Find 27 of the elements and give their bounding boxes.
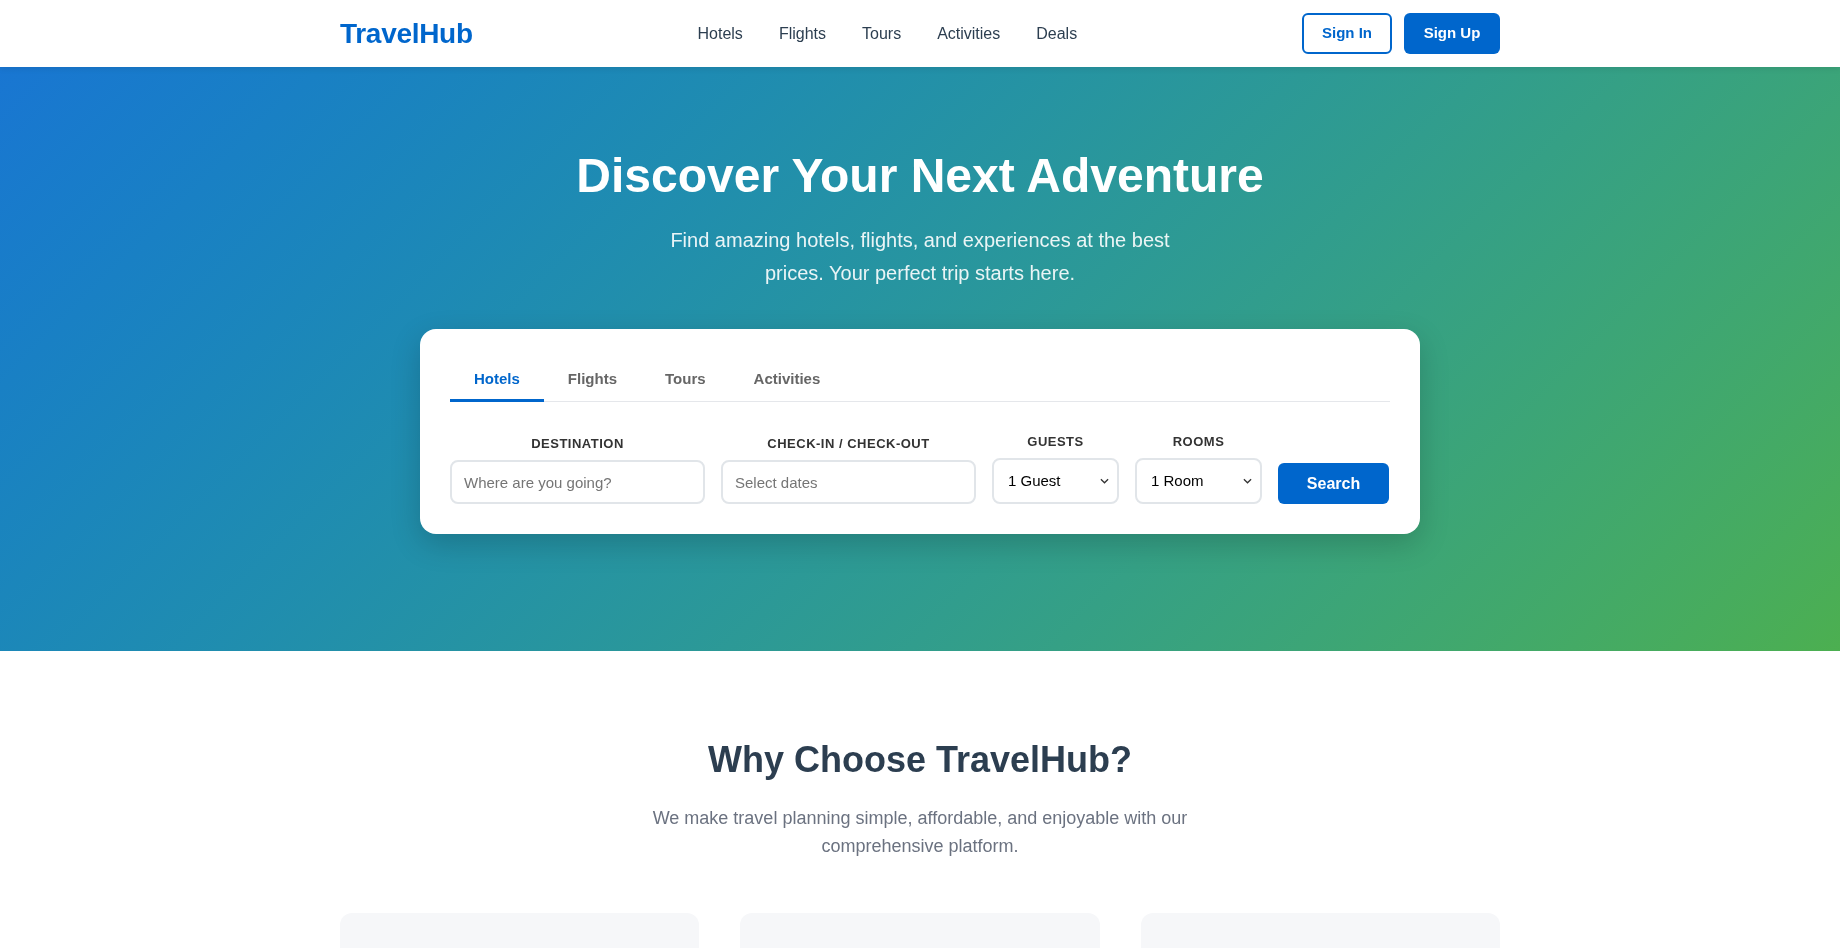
search-tab[interactable]: Tours	[641, 359, 730, 402]
input-field[interactable]: Select dates	[721, 460, 976, 504]
hero-subtitle: Find amazing hotels, flights, and experiences at the best prices. Your perfect trip starts here.	[669, 228, 1171, 286]
nav-link[interactable]: Flights	[778, 21, 826, 46]
sign-in-button[interactable]: Sign In	[1302, 13, 1392, 54]
nav-link[interactable]: Activities	[937, 21, 1001, 46]
logo[interactable]: TravelHub	[340, 16, 473, 51]
search-tab[interactable]: Activities	[729, 359, 845, 402]
nav-link[interactable]: Hotels	[697, 21, 743, 46]
search-tab[interactable]: Hotels	[450, 359, 544, 402]
select-dropdown[interactable]: 1 Room	[1135, 458, 1262, 504]
chevron-down-icon	[1243, 478, 1252, 484]
field-label: DESTINATION	[531, 436, 624, 452]
search-tab[interactable]: Flights	[543, 359, 641, 402]
section-title: Why Choose TravelHub?	[707, 738, 1133, 782]
select-dropdown[interactable]: 1 Guest	[992, 458, 1119, 504]
nav-link[interactable]: Tours	[862, 21, 902, 46]
search-button[interactable]: Search	[1278, 463, 1389, 504]
field-label: ROOMS	[1172, 434, 1225, 450]
nav-link[interactable]: Deals	[1036, 21, 1078, 46]
field-label: GUESTS	[1027, 434, 1084, 450]
sign-up-button[interactable]: Sign Up	[1404, 13, 1500, 54]
field-label: CHECK-IN / CHECK-OUT	[767, 436, 930, 452]
section-subtitle: We make travel planning simple, affordable, and enjoyable with our comprehensive platform.	[651, 807, 1189, 858]
hero-title: Discover Your Next Adventure	[576, 148, 1264, 204]
input-field[interactable]: Where are you going?	[450, 460, 705, 504]
chevron-down-icon	[1100, 478, 1109, 484]
